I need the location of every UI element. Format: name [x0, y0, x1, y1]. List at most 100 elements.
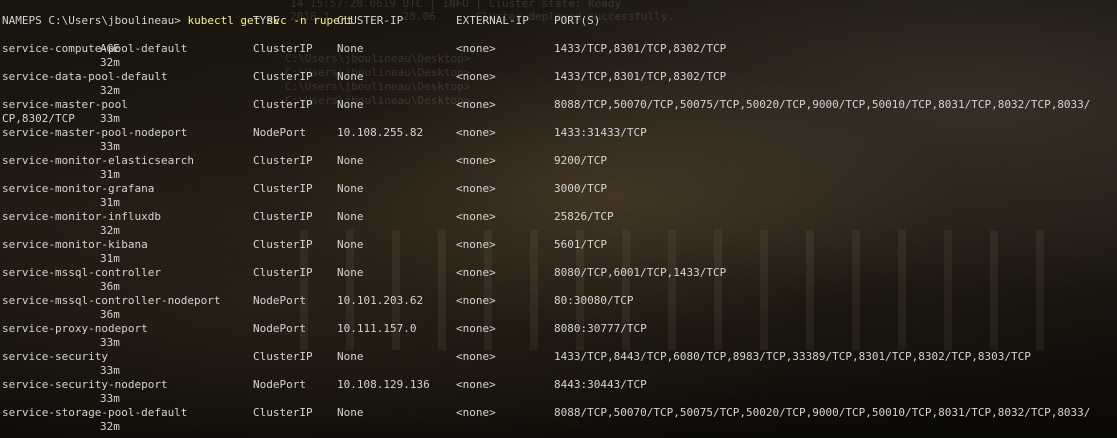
cell-ports: 3000/TCP	[554, 182, 607, 195]
cell-ports: 9200/TCP	[554, 154, 607, 167]
table-header: NAME TYPE CLUSTER-IP EXTERNAL-IP PORT(S)	[2, 14, 1117, 28]
cell-ports: 25826/TCP	[554, 210, 614, 223]
table-row-age-line: 33m	[2, 336, 1117, 350]
cell-ports: 8088/TCP,50070/TCP,50075/TCP,50020/TCP,9…	[554, 406, 1091, 419]
table-row: service-master-pool ClusterIP None <none> 80…	[2, 98, 1117, 112]
cell-ports-wrap: CP,8302/TCP	[2, 112, 75, 125]
cell-name: service-compute-pool-default	[2, 42, 188, 55]
cell-age: 33m	[100, 112, 120, 125]
cell-external-ip: <none>	[456, 70, 496, 83]
table-row-age-line: 33m	[2, 140, 1117, 154]
table-row: service-security-nodeport NodePort 10.108.…	[2, 378, 1117, 392]
cell-name: service-master-pool-nodeport	[2, 126, 188, 139]
service-list: service-compute-pool-default ClusterIP Non…	[2, 42, 1117, 434]
cell-cluster-ip: None	[337, 182, 364, 195]
cell-cluster-ip: None	[337, 266, 364, 279]
cell-type: NodePort	[253, 126, 306, 139]
cell-age: 31m	[100, 168, 120, 181]
table-row-age-line: 36m	[2, 308, 1117, 322]
table-row: service-security ClusterIP None <none> 1433/…	[2, 350, 1117, 364]
table-row: service-mssql-controller ClusterIP None <no…	[2, 266, 1117, 280]
cell-cluster-ip: None	[337, 350, 364, 363]
cell-type: ClusterIP	[253, 182, 313, 195]
table-row: service-monitor-kibana ClusterIP None <none…	[2, 238, 1117, 252]
cell-external-ip: <none>	[456, 42, 496, 55]
cell-age: 33m	[100, 392, 120, 405]
header-ports: PORT(S)	[554, 14, 601, 27]
cell-external-ip: <none>	[456, 406, 496, 419]
cell-age: 36m	[100, 308, 120, 321]
cell-ports: 80:30080/TCP	[554, 294, 634, 307]
table-row: service-master-pool-nodeport NodePort 10.1…	[2, 126, 1117, 140]
cell-type: ClusterIP	[253, 98, 313, 111]
cell-age: 32m	[100, 56, 120, 69]
table-row-age-line: 32m	[2, 420, 1117, 434]
cell-cluster-ip: 10.108.129.136	[337, 378, 430, 391]
cell-ports: 1433/TCP,8301/TCP,8302/TCP	[554, 42, 727, 55]
cell-type: NodePort	[253, 294, 306, 307]
cell-name: service-monitor-kibana	[2, 238, 148, 251]
cell-external-ip: <none>	[456, 322, 496, 335]
cell-external-ip: <none>	[456, 182, 496, 195]
table-row: service-monitor-elasticsearch ClusterIP No…	[2, 154, 1117, 168]
cell-cluster-ip: None	[337, 154, 364, 167]
cell-type: ClusterIP	[253, 406, 313, 419]
table-row: service-monitor-grafana ClusterIP None <non…	[2, 182, 1117, 196]
table-row: service-storage-pool-default ClusterIP Non…	[2, 406, 1117, 420]
cell-type: NodePort	[253, 378, 306, 391]
table-row-age-line: 32m	[2, 224, 1117, 238]
cell-type: ClusterIP	[253, 350, 313, 363]
cell-age: 33m	[100, 336, 120, 349]
table-row: service-proxy-nodeport NodePort 10.111.157…	[2, 322, 1117, 336]
cell-age: 32m	[100, 420, 120, 433]
cell-cluster-ip: None	[337, 406, 364, 419]
cell-name: service-monitor-elasticsearch	[2, 154, 195, 167]
cell-external-ip: <none>	[456, 266, 496, 279]
cell-age: 36m	[100, 280, 120, 293]
cell-age: 32m	[100, 84, 120, 97]
header-external-ip: EXTERNAL-IP	[456, 14, 529, 27]
header-age-line: AGE	[2, 28, 1117, 55]
cell-name: service-monitor-influxdb	[2, 210, 161, 223]
cell-type: ClusterIP	[253, 42, 313, 55]
table-row-age-line: 32m	[2, 56, 1117, 70]
cell-type: ClusterIP	[253, 266, 313, 279]
cell-name: service-mssql-controller-nodeport	[2, 294, 221, 307]
prompt-line: PS C:\Users\jboulineau> kubectl get svc …	[2, 0, 1117, 27]
table-row-age-line: 33m	[2, 364, 1117, 378]
cell-cluster-ip: None	[337, 210, 364, 223]
cell-age: 31m	[100, 252, 120, 265]
cell-name: service-data-pool-default	[2, 70, 168, 83]
cell-external-ip: <none>	[456, 98, 496, 111]
cell-name: service-security	[2, 350, 108, 363]
cell-age: 33m	[100, 364, 120, 377]
cell-cluster-ip: None	[337, 70, 364, 83]
cell-cluster-ip: 10.108.255.82	[337, 126, 424, 139]
cell-external-ip: <none>	[456, 378, 496, 391]
cell-ports: 5601/TCP	[554, 238, 607, 251]
cell-name: service-storage-pool-default	[2, 406, 188, 419]
cell-type: NodePort	[253, 322, 306, 335]
table-row: service-mssql-controller-nodeport NodePor…	[2, 294, 1117, 308]
cell-ports: 8080/TCP,6001/TCP,1433/TCP	[554, 266, 727, 279]
terminal-output[interactable]: PS C:\Users\jboulineau> kubectl get svc …	[2, 0, 1117, 438]
cell-ports: 1433/TCP,8301/TCP,8302/TCP	[554, 70, 727, 83]
cell-type: ClusterIP	[253, 154, 313, 167]
cell-external-ip: <none>	[456, 238, 496, 251]
table-row-age-line: 31m	[2, 168, 1117, 182]
table-row-age-line: 31m	[2, 252, 1117, 266]
cell-name: service-security-nodeport	[2, 378, 168, 391]
cell-ports: 8080:30777/TCP	[554, 322, 647, 335]
table-row: service-compute-pool-default ClusterIP Non…	[2, 42, 1117, 56]
cell-type: ClusterIP	[253, 70, 313, 83]
cell-cluster-ip: None	[337, 238, 364, 251]
header-type: TYPE	[253, 14, 280, 27]
table-row-age-line: 36m	[2, 280, 1117, 294]
table-row-age-line: 32m	[2, 84, 1117, 98]
cell-name: service-monitor-grafana	[2, 182, 155, 195]
cell-age: 31m	[100, 196, 120, 209]
cell-external-ip: <none>	[456, 350, 496, 363]
cell-name: service-master-pool	[2, 98, 128, 111]
header-name: NAME	[2, 14, 29, 27]
cell-age: 33m	[100, 140, 120, 153]
